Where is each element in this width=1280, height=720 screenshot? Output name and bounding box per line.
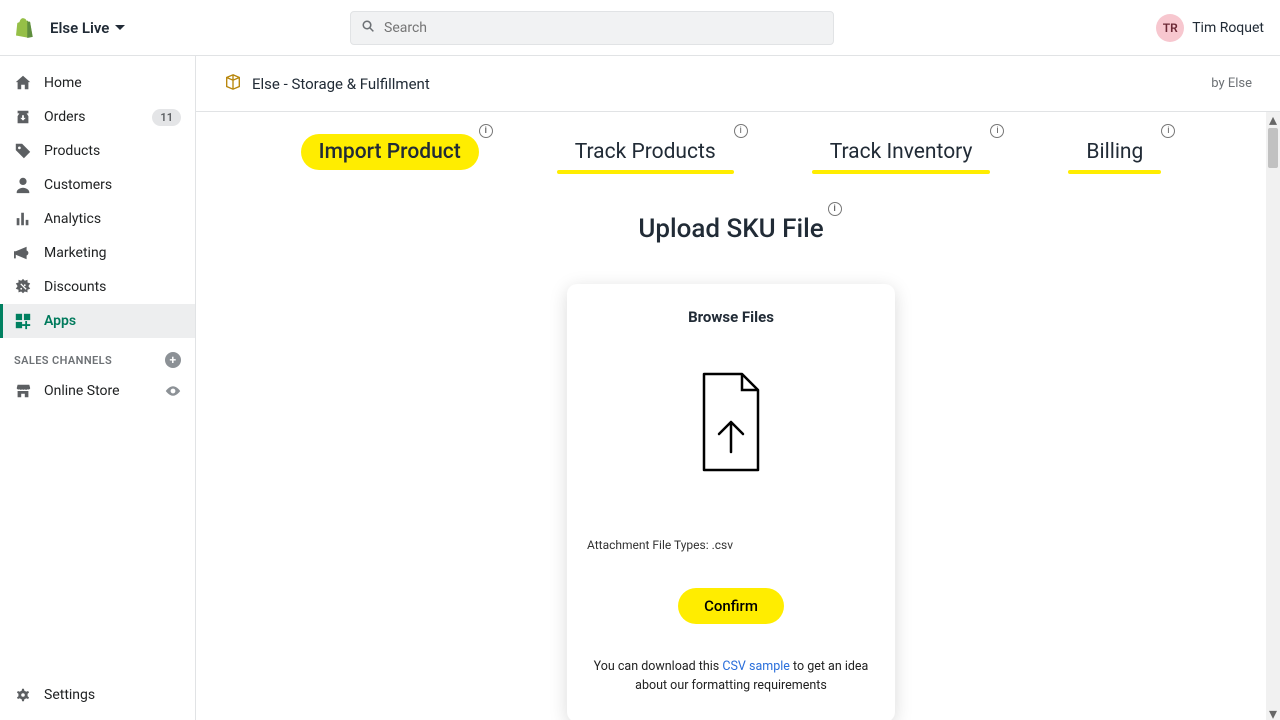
allowed-filetypes: Attachment File Types: .csv: [587, 538, 875, 552]
app-header: Else - Storage & Fulfillment by Else: [196, 56, 1280, 112]
orders-icon: [14, 108, 32, 126]
sidebar-item-products[interactable]: Products: [0, 134, 195, 168]
search-icon: [361, 19, 376, 38]
scroll-down-icon[interactable]: ▾: [1266, 706, 1280, 720]
sidebar-channel-online-store[interactable]: Online Store: [0, 374, 195, 408]
sidebar-item-label: Customers: [44, 177, 112, 193]
analytics-icon: [14, 210, 32, 228]
view-store-icon[interactable]: [165, 383, 181, 399]
sidebar-item-apps[interactable]: Apps: [0, 304, 195, 338]
file-upload-zone[interactable]: [587, 354, 875, 494]
sidebar-item-analytics[interactable]: Analytics: [0, 202, 195, 236]
app-author: by Else: [1211, 76, 1252, 91]
sidebar-item-label: Apps: [44, 313, 76, 329]
orders-badge: 11: [152, 109, 181, 126]
sidebar-item-discounts[interactable]: Discounts: [0, 270, 195, 304]
csv-hint: You can download this CSV sample to get …: [587, 658, 875, 696]
scroll-up-icon[interactable]: ▴: [1266, 112, 1280, 126]
confirm-button[interactable]: Confirm: [678, 588, 784, 624]
sidebar-item-marketing[interactable]: Marketing: [0, 236, 195, 270]
info-icon[interactable]: i: [990, 124, 1004, 138]
scrollbar[interactable]: ▴ ▾: [1266, 112, 1280, 720]
sales-channels-header: SALES CHANNELS +: [0, 338, 195, 374]
tab-billing[interactable]: Billing i: [1068, 134, 1161, 170]
user-menu[interactable]: TR Tim Roquet: [1156, 14, 1264, 42]
upload-card: Browse Files Attachment File Types: .csv: [567, 284, 895, 720]
sidebar-item-label: Products: [44, 143, 100, 159]
storefront-icon: [14, 382, 32, 400]
sidebar-item-home[interactable]: Home: [0, 66, 195, 100]
person-icon: [14, 176, 32, 194]
shopify-logo-icon: [16, 19, 34, 37]
brand: Else Live: [16, 19, 125, 37]
discount-icon: [14, 278, 32, 296]
main: Else - Storage & Fulfillment by Else Imp…: [196, 56, 1280, 720]
tab-track-inventory[interactable]: Track Inventory i: [812, 134, 991, 170]
sidebar-item-label: Marketing: [44, 245, 107, 261]
tabs: Import Product i Track Products i Track …: [196, 134, 1266, 170]
sidebar-item-label: Analytics: [44, 211, 101, 227]
sidebar-item-orders[interactable]: Orders 11: [0, 100, 195, 134]
app-title: Else - Storage & Fulfillment: [252, 75, 430, 93]
caret-down-icon: [115, 25, 125, 30]
megaphone-icon: [14, 244, 32, 262]
info-icon[interactable]: i: [1161, 124, 1175, 138]
add-channel-button[interactable]: +: [165, 352, 181, 368]
avatar: TR: [1156, 14, 1184, 42]
section-heading: Upload SKU File i: [196, 214, 1266, 244]
tab-track-products[interactable]: Track Products i: [557, 134, 734, 170]
info-icon[interactable]: i: [734, 124, 748, 138]
sidebar-item-label: Online Store: [44, 383, 120, 399]
card-title: Browse Files: [587, 308, 875, 326]
gear-icon: [14, 686, 32, 704]
user-name: Tim Roquet: [1192, 20, 1264, 36]
tab-import-product[interactable]: Import Product i: [301, 134, 479, 170]
search-bar[interactable]: [350, 11, 834, 45]
sidebar-item-label: Settings: [44, 687, 95, 703]
scroll-thumb[interactable]: [1268, 128, 1278, 168]
sidebar-item-label: Home: [44, 75, 82, 91]
sidebar: Home Orders 11 Products Customers Analyt…: [0, 56, 196, 720]
tag-icon: [14, 142, 32, 160]
store-switcher[interactable]: Else Live: [50, 19, 125, 37]
search-wrap: [350, 11, 834, 45]
sidebar-item-label: Discounts: [44, 279, 106, 295]
workspace: Import Product i Track Products i Track …: [196, 112, 1280, 720]
sidebar-item-customers[interactable]: Customers: [0, 168, 195, 202]
sidebar-item-settings[interactable]: Settings: [0, 678, 195, 712]
package-icon: [224, 73, 242, 95]
topbar: Else Live TR Tim Roquet: [0, 0, 1280, 56]
info-icon[interactable]: i: [479, 124, 493, 138]
search-input[interactable]: [384, 20, 823, 36]
store-name: Else Live: [50, 19, 109, 37]
csv-sample-link[interactable]: CSV sample: [722, 659, 790, 674]
home-icon: [14, 74, 32, 92]
info-icon[interactable]: i: [828, 202, 842, 216]
apps-icon: [14, 312, 32, 330]
sidebar-item-label: Orders: [44, 109, 86, 125]
file-upload-icon: [696, 372, 766, 476]
